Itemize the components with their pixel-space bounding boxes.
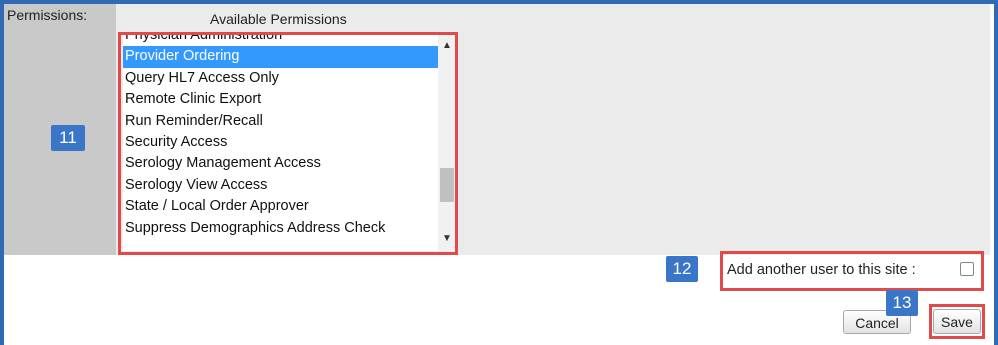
callout-badge-12: 12 [666, 256, 698, 282]
callout-badge-13: 13 [886, 290, 918, 316]
add-another-user-checkbox[interactable] [960, 262, 974, 276]
permissions-label: Permissions: [7, 7, 88, 23]
available-permissions-title: Available Permissions [210, 11, 347, 27]
add-another-user-label: Add another user to this site : [727, 262, 916, 278]
listbox-highlight-outline [118, 32, 458, 255]
save-button[interactable]: Save [933, 309, 981, 334]
callout-badge-11: 11 [51, 125, 85, 151]
